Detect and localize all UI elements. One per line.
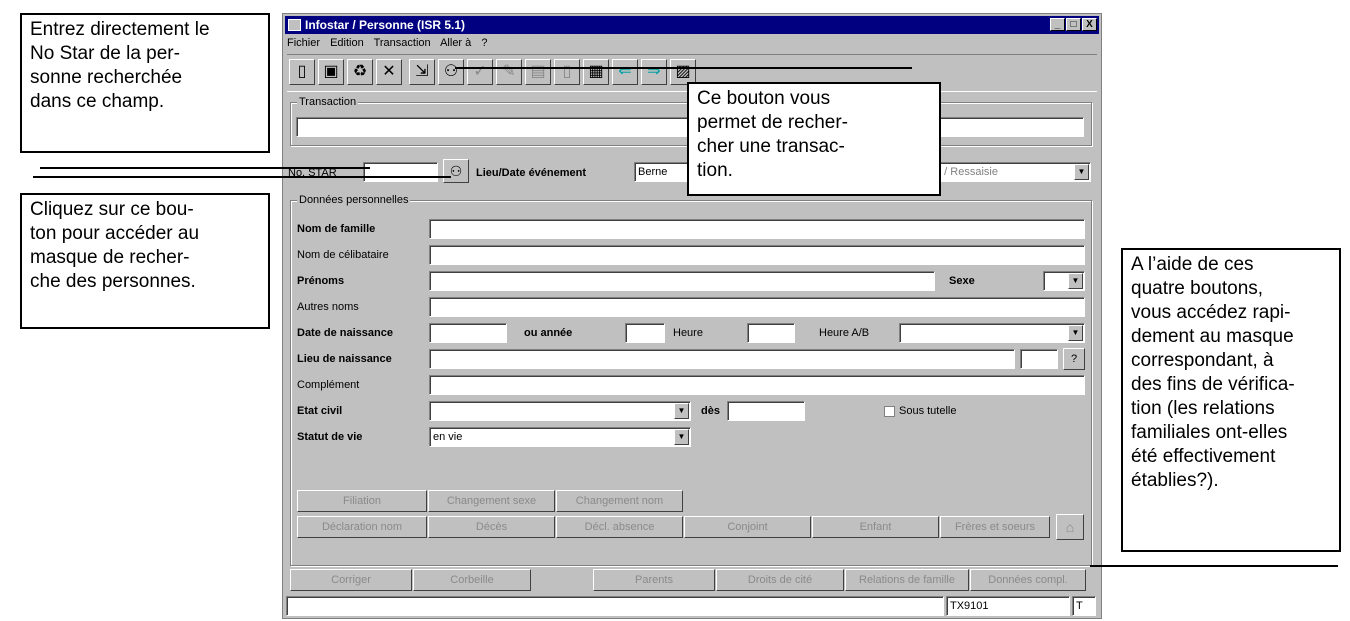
app-icon	[288, 19, 301, 31]
connector-transaction	[455, 67, 912, 69]
autres-noms-label: Autres noms	[297, 301, 359, 313]
left-arrow-icon[interactable]: ⇐	[612, 59, 638, 85]
connector-four-buttons	[1090, 565, 1338, 567]
lieu-date-label: Lieu/Date événement	[476, 167, 587, 179]
connector-no-star	[40, 167, 370, 169]
no-star-field[interactable]	[363, 162, 438, 182]
relations-famille-button[interactable]: Relations de famille	[845, 569, 969, 591]
nom-famille-field[interactable]	[429, 219, 1085, 239]
mode-select[interactable]: e / Ressaisie ▼	[931, 162, 1091, 182]
save-icon[interactable]: ▣	[318, 59, 344, 85]
date-naissance-field[interactable]	[429, 323, 507, 343]
print-icon[interactable]: ▤	[525, 59, 551, 85]
binoculars-icon[interactable]: ⚇	[438, 59, 464, 85]
menu-fichier[interactable]: Fichier	[287, 37, 320, 49]
changement-nom-button[interactable]: Changement nom	[556, 490, 683, 512]
chevron-down-icon[interactable]: ▼	[1068, 325, 1083, 341]
new-doc-icon[interactable]: ▯	[289, 59, 315, 85]
callout-transaction: Ce bouton vous permet de recher- cher un…	[687, 82, 941, 196]
sign-icon[interactable]: ✎	[496, 59, 522, 85]
conjoint-button[interactable]: Conjoint	[684, 516, 811, 538]
close-button[interactable]: X	[1082, 18, 1097, 31]
delete-icon[interactable]: ✕	[376, 59, 402, 85]
lieu-lookup-button[interactable]: ?	[1063, 348, 1085, 370]
nom-famille-label: Nom de famille	[297, 223, 376, 235]
donnees-compl-button[interactable]: Données compl.	[970, 569, 1086, 591]
chevron-down-icon[interactable]: ▼	[674, 403, 689, 419]
menu-aller-a[interactable]: Aller à	[440, 37, 471, 49]
check-icon[interactable]: ✓	[467, 59, 493, 85]
etat-civil-label: Etat civil	[297, 405, 343, 417]
maximize-button[interactable]: □	[1066, 18, 1081, 31]
right-arrow-icon[interactable]: ⇒	[641, 59, 667, 85]
minimize-button[interactable]: _	[1050, 18, 1065, 31]
changement-sexe-button[interactable]: Changement sexe	[428, 490, 555, 512]
preview-icon[interactable]: ▦	[583, 59, 609, 85]
prenoms-label: Prénoms	[297, 275, 345, 287]
autres-noms-field[interactable]	[429, 297, 1085, 317]
filiation-button[interactable]: Filiation	[297, 490, 427, 512]
deces-button[interactable]: Décès	[428, 516, 555, 538]
personal-group-label: Données personnelles	[297, 193, 411, 207]
transaction-group-label: Transaction	[297, 95, 359, 109]
des-label: dès	[701, 405, 720, 417]
page-icon[interactable]: ▯	[554, 59, 580, 85]
callout-search-button: Cliquez sur ce bou- ton pour accéder au …	[20, 193, 270, 329]
chevron-down-icon[interactable]: ▼	[674, 429, 689, 445]
etat-civil-select[interactable]: ▼	[429, 401, 691, 421]
exit-icon[interactable]: ⇲	[409, 59, 435, 85]
menu-bar: Fichier Edition Transaction Aller à ?	[287, 35, 494, 51]
lieu-naissance-label: Lieu de naissance	[297, 353, 392, 365]
heure-label: Heure	[673, 327, 703, 339]
sous-tutelle-label: Sous tutelle	[899, 405, 957, 417]
statut-vie-value: en vie	[433, 431, 463, 443]
callout-no-star: Entrez directement le No Star de la per-…	[20, 13, 270, 153]
date-naissance-label: Date de naissance	[297, 327, 393, 339]
parents-button[interactable]: Parents	[593, 569, 715, 591]
menu-help[interactable]: ?	[481, 37, 487, 49]
mode-select-value: e / Ressaisie	[935, 166, 998, 178]
sous-tutelle-checkbox[interactable]	[884, 406, 895, 417]
callout-four-buttons: A l’aide de ces quatre boutons, vous acc…	[1121, 248, 1341, 552]
heure-field[interactable]	[747, 323, 795, 343]
personal-data-group: Données personnelles Nom de famille Nom …	[290, 193, 1092, 566]
lieu-code-field[interactable]	[1020, 349, 1058, 369]
title-bar: Infostar / Personne (ISR 5.1) _ □ X	[285, 16, 1099, 34]
nom-celibataire-field[interactable]	[429, 245, 1085, 265]
window-title: Infostar / Personne (ISR 5.1)	[305, 18, 466, 32]
complement-label: Complément	[297, 379, 360, 391]
connector-search-button	[33, 176, 451, 178]
declaration-nom-button[interactable]: Déclaration nom	[297, 516, 427, 538]
corbeille-button[interactable]: Corbeille	[413, 569, 531, 591]
corriger-button[interactable]: Corriger	[290, 569, 412, 591]
ou-annee-label: ou année	[524, 327, 573, 339]
status-code: TX9101	[946, 596, 1070, 616]
decl-absence-button[interactable]: Décl. absence	[556, 516, 683, 538]
heure-ab-label: Heure A/B	[819, 327, 870, 339]
menu-transaction[interactable]: Transaction	[374, 37, 431, 49]
complement-field[interactable]	[429, 375, 1085, 395]
heure-ab-select[interactable]: ▼	[899, 323, 1085, 343]
sexe-label: Sexe	[949, 275, 975, 287]
nom-celibataire-label: Nom de célibataire	[297, 249, 389, 261]
lieu-naissance-field[interactable]	[429, 349, 1015, 369]
freres-soeurs-button[interactable]: Frères et soeurs	[940, 516, 1050, 538]
chevron-down-icon[interactable]: ▼	[1068, 273, 1083, 289]
recycle-icon[interactable]: ♻	[347, 59, 373, 85]
enfant-button[interactable]: Enfant	[812, 516, 939, 538]
home-icon[interactable]: ⌂	[1056, 514, 1084, 540]
chevron-down-icon[interactable]: ▼	[1074, 164, 1089, 180]
statut-vie-select[interactable]: en vie ▼	[429, 427, 691, 447]
menu-edition[interactable]: Edition	[330, 37, 364, 49]
droits-cite-button[interactable]: Droits de cité	[716, 569, 844, 591]
annee-field[interactable]	[625, 323, 665, 343]
sexe-select[interactable]: ▼	[1043, 271, 1085, 291]
des-field[interactable]	[727, 401, 805, 421]
statut-vie-label: Statut de vie	[297, 431, 363, 443]
status-message	[286, 596, 944, 616]
search-person-button[interactable]: ⚇	[443, 159, 469, 183]
prenoms-field[interactable]	[429, 271, 935, 291]
status-flag: T	[1072, 596, 1096, 616]
